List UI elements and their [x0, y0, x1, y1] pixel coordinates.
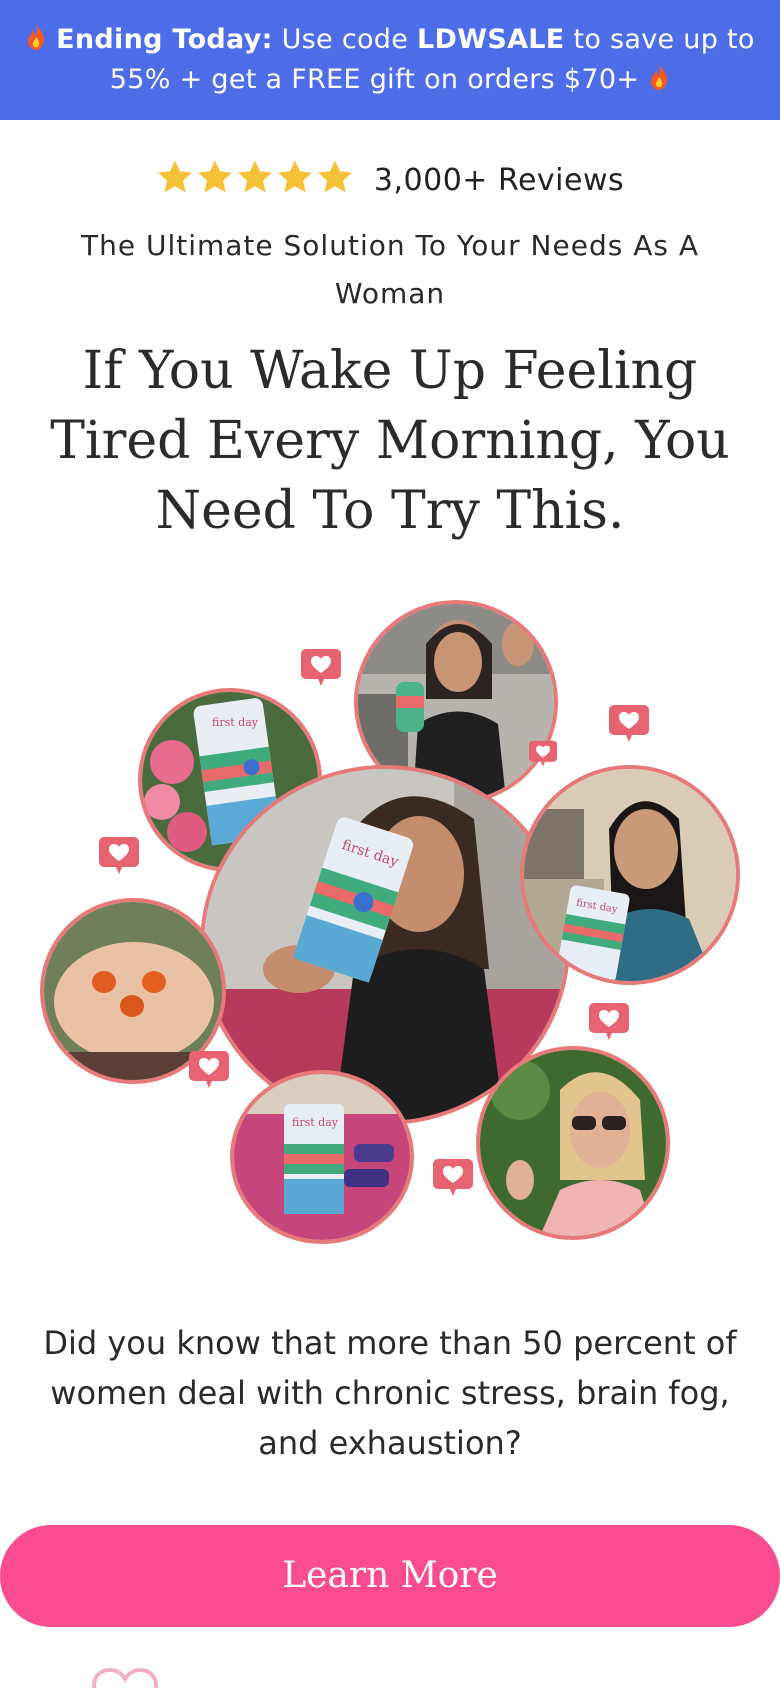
heart-badge-icon [589, 1003, 629, 1040]
photo-collage: first day first day first day first day [0, 590, 780, 1260]
star-icon [237, 160, 272, 193]
stat-question: Did you know that more than 50 percent o… [43, 1324, 737, 1462]
photo-woman-sunglasses [476, 1046, 670, 1240]
star-icon [277, 160, 312, 193]
promo-code: LDWSALE [417, 24, 565, 55]
product-label-text: first day [212, 716, 259, 729]
reviews-label: 3,000+ Reviews [373, 163, 625, 198]
heart-badge-icon [99, 837, 139, 874]
star-icon [317, 160, 352, 193]
heart-outline-icon [91, 1667, 159, 1688]
fire-icon [651, 64, 668, 90]
reviews-summary: 3,000+ Reviews [0, 158, 780, 198]
next-section-peek [90, 1660, 770, 1688]
star-icon [197, 160, 232, 193]
heart-badge-icon [529, 740, 557, 767]
tagline: The Ultimate Solution To Your Needs As A… [80, 229, 700, 310]
product-label-text: first day [292, 1116, 339, 1129]
heart-badge-icon [189, 1051, 229, 1088]
promo-lead: Ending Today: [56, 24, 273, 55]
page-title: If You Wake Up Feeling Tired Every Morni… [50, 341, 730, 541]
promo-banner: Ending Today: Use code LDWSALE to save u… [0, 0, 780, 120]
learn-more-button[interactable]: Learn More [0, 1525, 780, 1627]
heart-badge-icon [609, 705, 649, 742]
star-icon [157, 160, 192, 193]
promo-text-1: Use code [272, 24, 418, 55]
fire-icon [28, 24, 45, 50]
heart-badge-icon [301, 649, 341, 686]
heart-badge-icon [433, 1159, 473, 1196]
photo-woman-kitchen: first day [520, 765, 740, 985]
star-rating [156, 158, 354, 196]
photo-product-dumbbells: first day [230, 1070, 414, 1244]
